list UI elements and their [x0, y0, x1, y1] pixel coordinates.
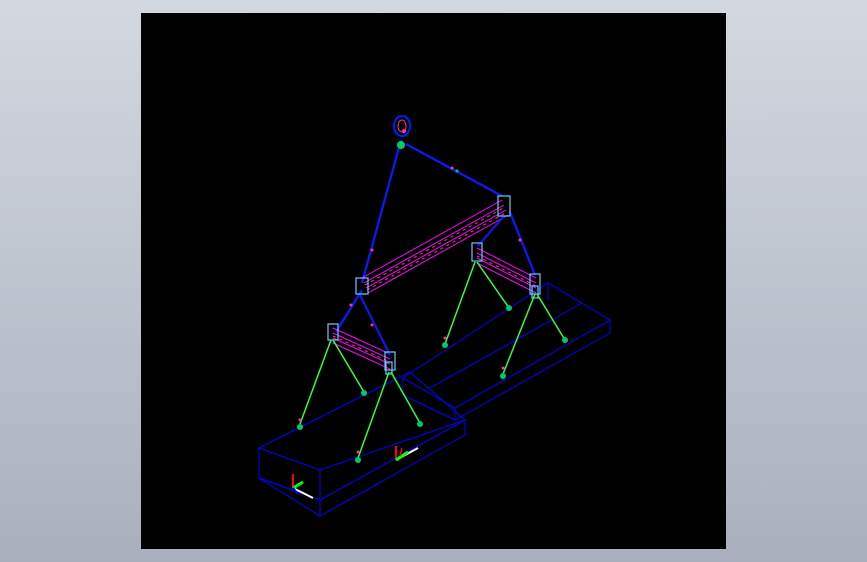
lifting-assembly-drawing [258, 115, 611, 517]
shackle-lugs [327, 195, 541, 375]
left-lower-spreader [332, 327, 391, 370]
top-spreader-beam [361, 199, 509, 294]
chain-markers [349, 166, 522, 327]
sling-legs [299, 261, 566, 459]
cad-viewport[interactable] [141, 13, 726, 549]
